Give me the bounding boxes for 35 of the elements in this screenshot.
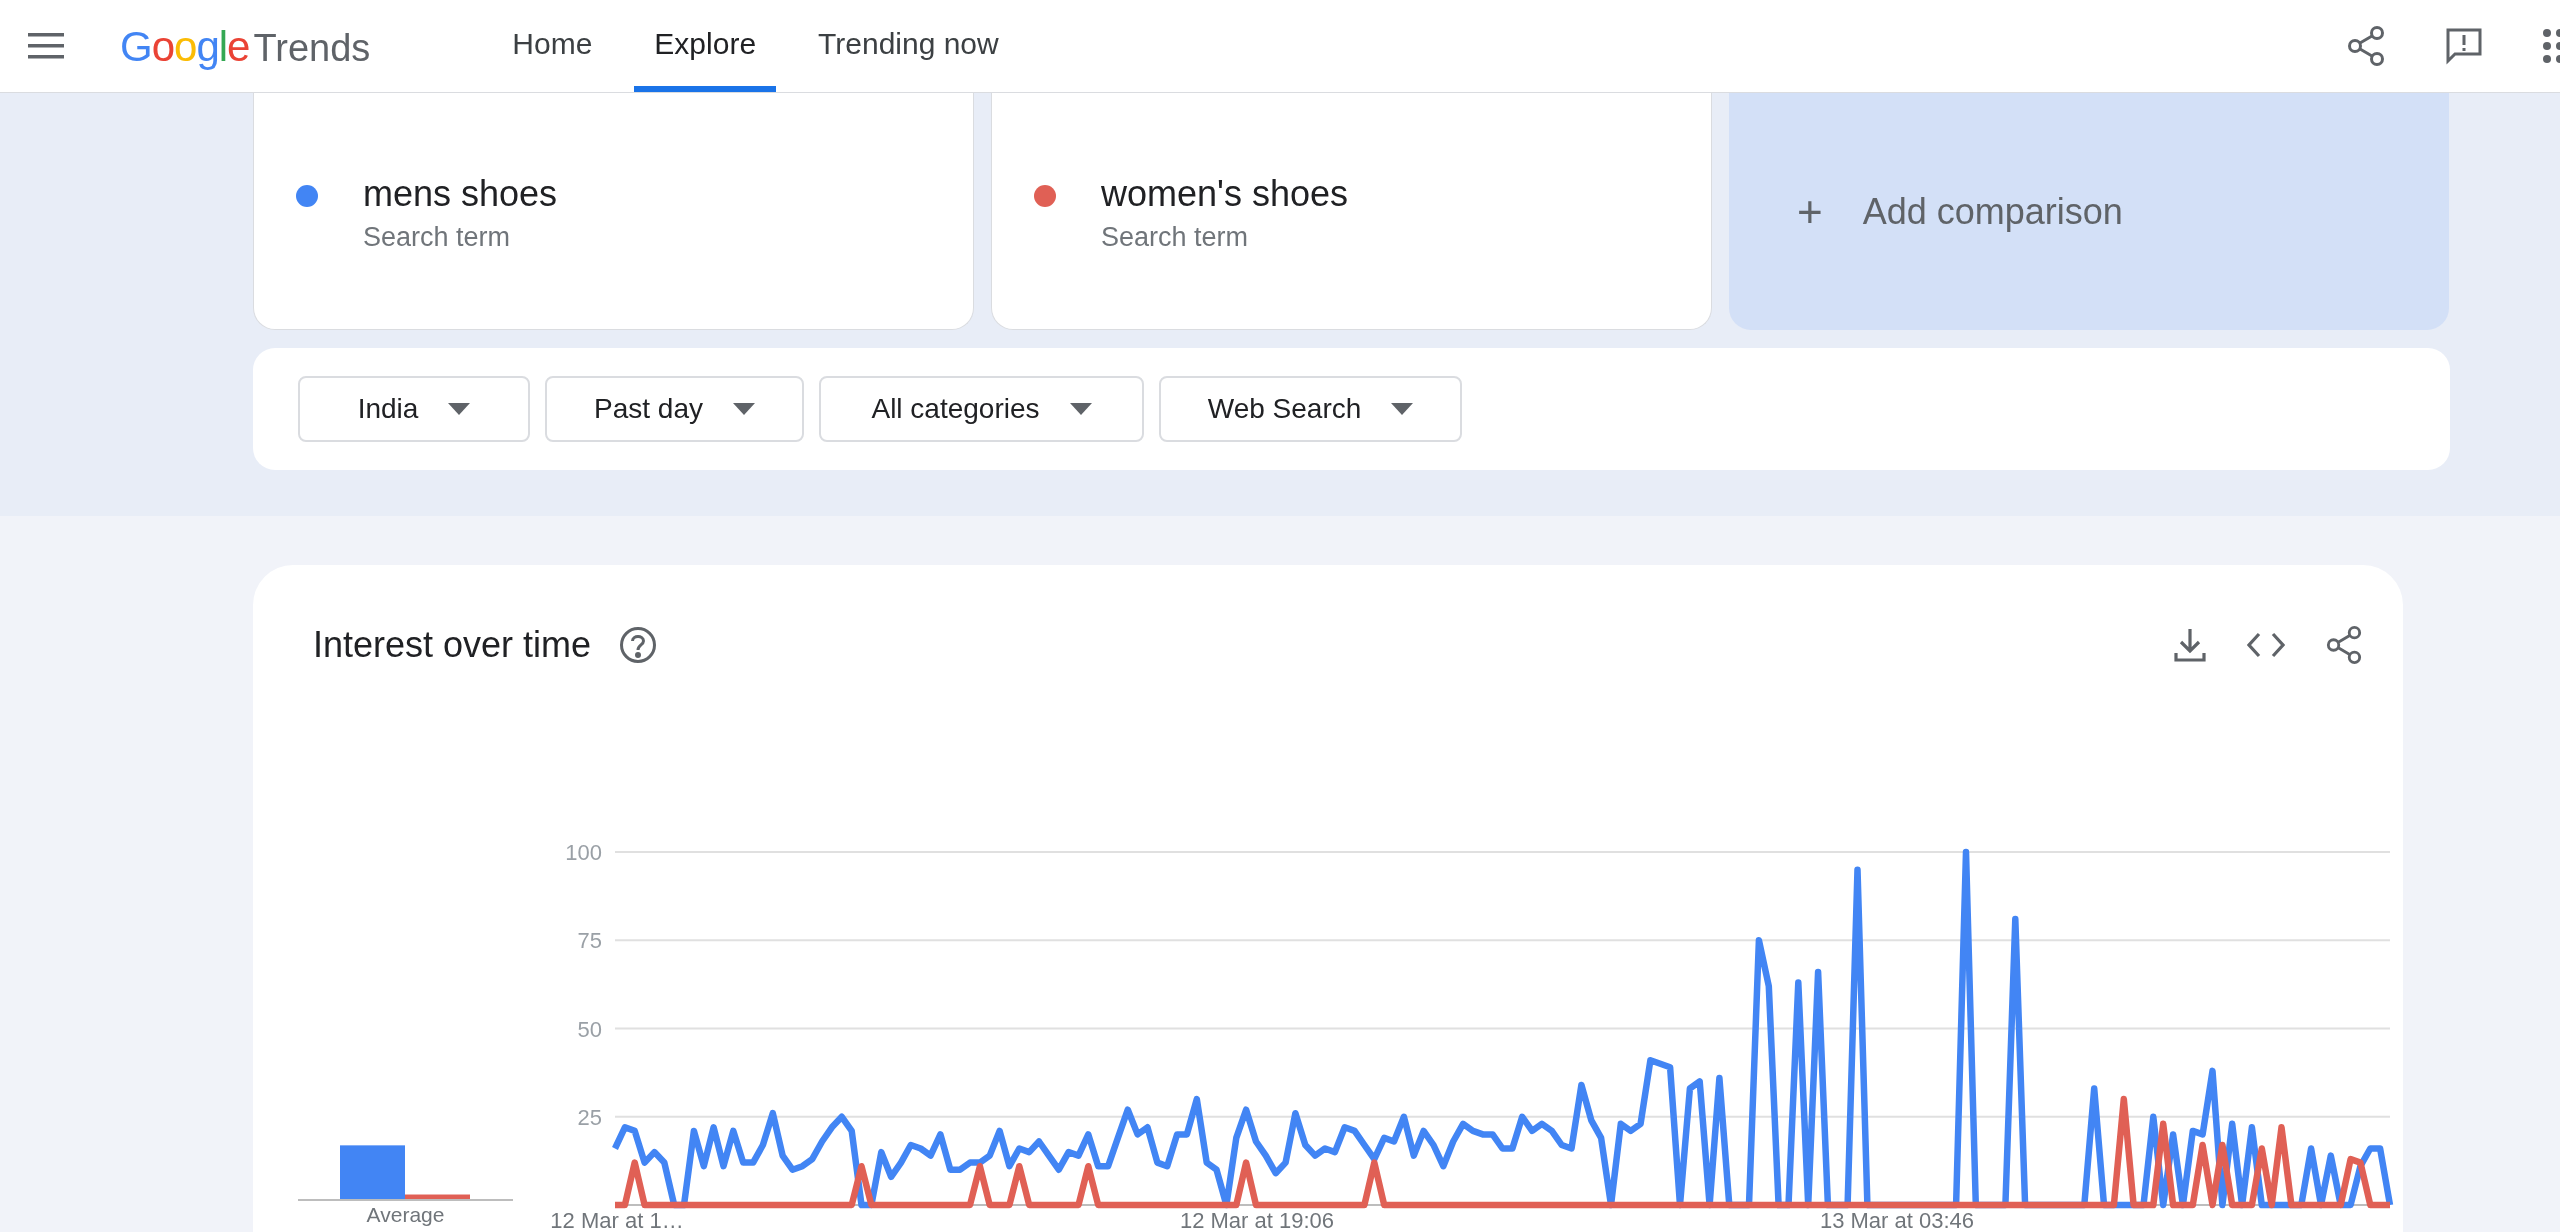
filter-dropdown[interactable]: India xyxy=(298,376,530,442)
dropdown-arrow-icon xyxy=(732,403,755,415)
search-term-card[interactable]: mens shoes Search term xyxy=(253,93,974,330)
term-label: women's shoes xyxy=(1101,172,1348,216)
axis-tick-label: 12 Mar at 19:06 xyxy=(1179,1208,1335,1232)
card-title: Interest over time xyxy=(313,623,592,667)
filter-dropdown[interactable]: Web Search xyxy=(1159,376,1462,442)
axis-tick-label: 75 xyxy=(577,928,602,954)
axis-tick-label: 100 xyxy=(565,840,602,865)
axis-tick-label: 13 Mar at 03:46 xyxy=(1819,1208,1975,1232)
axis-tick-label: 50 xyxy=(577,1016,602,1042)
add-comparison-button[interactable]: + Add comparison xyxy=(1729,93,2449,330)
logo-product: Trends xyxy=(253,25,371,71)
filter-dropdown[interactable]: Past day xyxy=(545,376,804,442)
term-type: Search term xyxy=(1101,221,1250,254)
dropdown-arrow-icon xyxy=(1391,403,1414,415)
share-icon[interactable] xyxy=(2346,25,2386,67)
embed-icon[interactable] xyxy=(2247,631,2285,659)
share-icon[interactable] xyxy=(2325,625,2363,665)
search-term-card[interactable]: women's shoes Search term xyxy=(991,93,1712,330)
axis-tick-label: 25 xyxy=(577,1104,602,1130)
download-icon[interactable] xyxy=(2173,627,2207,663)
axis-tick-label: 12 Mar at 1… xyxy=(550,1208,684,1232)
feedback-icon[interactable] xyxy=(2444,26,2484,66)
nav-tab[interactable]: Trending now xyxy=(798,0,1019,92)
dropdown-arrow-icon xyxy=(1069,403,1092,415)
nav-tab[interactable]: Home xyxy=(492,0,613,92)
dropdown-arrow-icon xyxy=(448,403,471,415)
logo-brand: Google xyxy=(120,21,250,72)
term-type: Search term xyxy=(363,221,512,254)
term-label: mens shoes xyxy=(363,172,558,216)
axis-label: Average xyxy=(366,1204,445,1226)
filter-dropdown[interactable]: All categories xyxy=(819,376,1144,442)
menu-icon[interactable] xyxy=(28,33,64,59)
help-icon[interactable] xyxy=(619,626,658,664)
